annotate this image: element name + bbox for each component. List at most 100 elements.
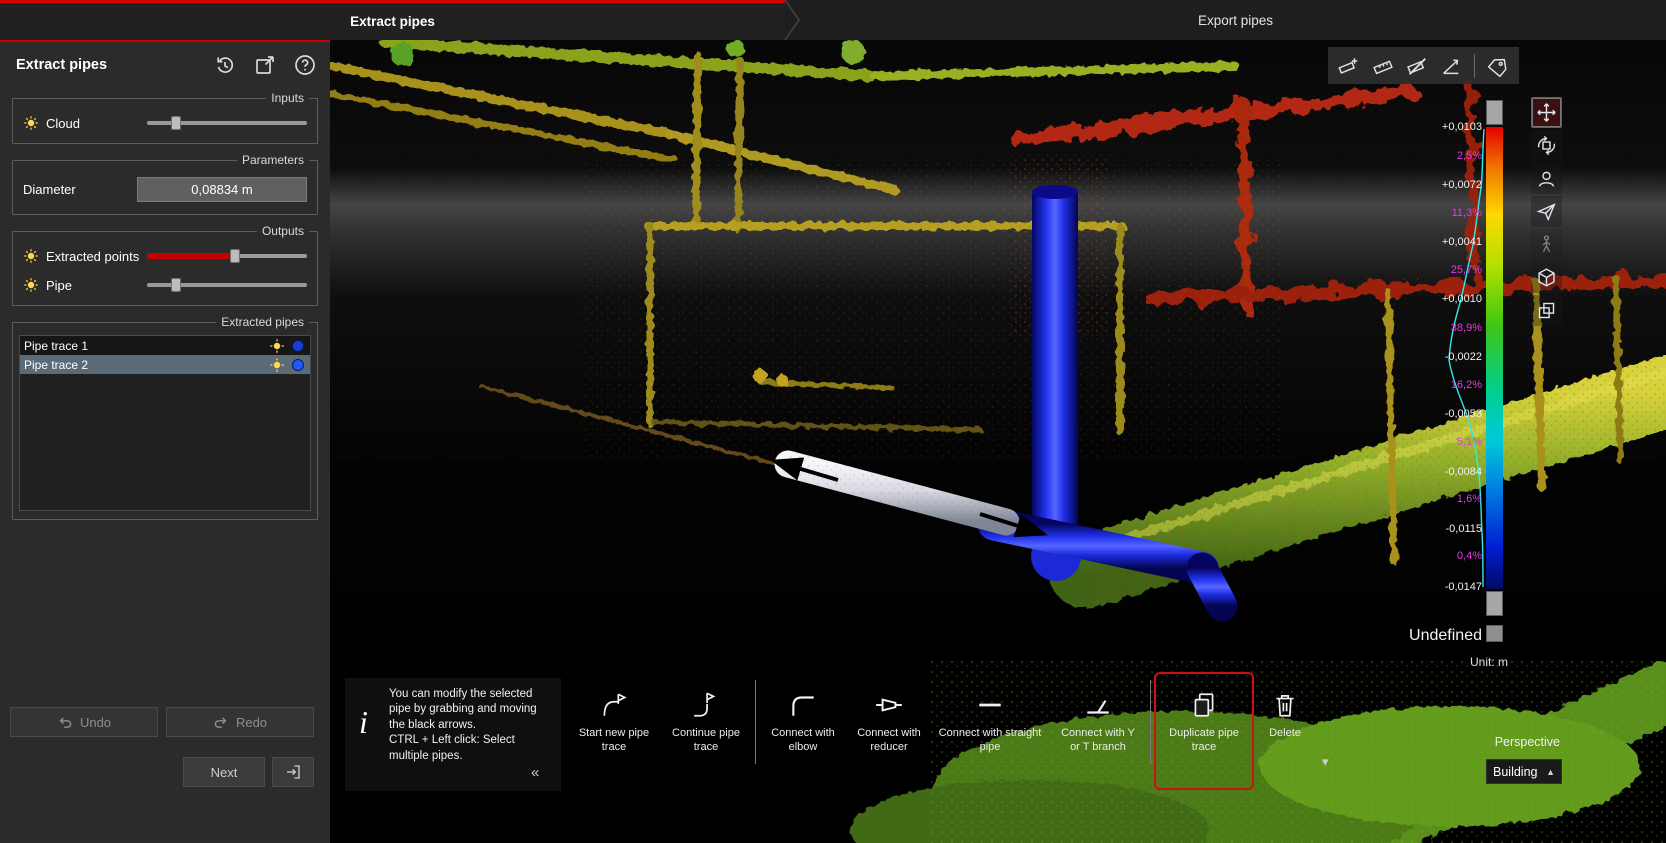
colorbar-percent: 1,6%	[1398, 493, 1482, 505]
list-item-pipe-trace-2[interactable]: Pipe trace 2	[20, 355, 310, 374]
colorbar-value: -0,0115	[1398, 523, 1482, 535]
history-icon[interactable]	[210, 50, 240, 80]
diameter-label: Diameter	[23, 182, 130, 197]
redo-button[interactable]: Redo	[166, 707, 314, 737]
outputs-group-label: Outputs	[257, 224, 309, 238]
measure-line-icon[interactable]	[1367, 50, 1398, 81]
colorbar-percent: 2,5%	[1398, 150, 1482, 162]
perspective-label: Perspective	[1446, 735, 1560, 749]
view-cube-icon[interactable]	[1531, 262, 1562, 293]
tab-export-pipes-label: Export pipes	[1198, 13, 1273, 28]
fly-icon[interactable]	[1531, 196, 1562, 227]
colorbar-gradient	[1486, 127, 1503, 589]
start-new-pipe-trace-button[interactable]: Start new pipe trace	[568, 676, 660, 772]
rotate-icon[interactable]	[1531, 130, 1562, 161]
toolbar-separator	[1474, 54, 1475, 78]
connect-with-straight-pipe-button[interactable]: Connect with straight pipe	[931, 676, 1049, 772]
colorbar-value: +0,0103	[1398, 121, 1482, 133]
undefined-color-swatch[interactable]	[1486, 625, 1503, 642]
cloud-visibility-slider[interactable]	[147, 116, 307, 130]
examine-icon[interactable]	[1531, 163, 1562, 194]
colorbar-value: -0,0022	[1398, 351, 1482, 363]
parameters-group-label: Parameters	[237, 153, 309, 167]
measure-slope-icon[interactable]	[1435, 50, 1466, 81]
pipe-color-swatch[interactable]	[292, 359, 304, 371]
visibility-bulb-icon[interactable]	[23, 277, 39, 293]
connect-with-elbow-button[interactable]: Connect with elbow	[759, 676, 847, 772]
tab-extract-pipes-label: Extract pipes	[350, 14, 435, 29]
undo-button[interactable]: Undo	[10, 707, 158, 737]
tab-separator-chevron	[783, 0, 805, 40]
diameter-field[interactable]: 0,08834 m	[137, 177, 307, 202]
colorbar-value: -0,0053	[1398, 408, 1482, 420]
view-mode-select[interactable]: Building ▲	[1486, 759, 1562, 784]
inputs-group: Inputs Cloud	[12, 98, 318, 144]
application-window: Extract pipes Export pipes Extract pipes	[0, 0, 1666, 843]
pipe-label: Pipe	[46, 278, 140, 293]
slider-handle[interactable]	[171, 116, 181, 130]
connect-with-branch-button[interactable]: Connect with Y or T branch	[1049, 676, 1147, 772]
next-label: Next	[211, 765, 238, 780]
exit-step-button[interactable]	[272, 757, 314, 787]
colorbar-top-handle[interactable]	[1486, 100, 1503, 125]
tab-extract-pipes[interactable]: Extract pipes	[0, 0, 785, 40]
continue-pipe-trace-button[interactable]: Continue pipe trace	[660, 676, 752, 772]
extracted-pipes-group: Extracted pipes Pipe trace 1 Pipe trace …	[12, 322, 318, 520]
visibility-bulb-icon[interactable]	[23, 248, 39, 264]
panel-header: Extract pipes	[0, 42, 330, 88]
pipe-trace-name: Pipe trace 1	[24, 339, 262, 353]
label-icon[interactable]	[1483, 50, 1514, 81]
branch-icon	[1083, 684, 1113, 726]
slider-handle[interactable]	[171, 278, 181, 292]
measurement-toolbar	[1328, 47, 1519, 84]
multi-view-icon[interactable]	[1531, 295, 1562, 326]
color-scale: +0,0103 2,5% +0,0072 11,3% +0,0041 25,7%…	[1398, 96, 1510, 628]
view-mode-value: Building	[1493, 765, 1546, 779]
undefined-label: Undefined	[1398, 627, 1482, 645]
exit-step-icon	[284, 763, 302, 781]
visibility-bulb-icon[interactable]	[23, 115, 39, 131]
pipe-visibility-slider[interactable]	[147, 278, 307, 292]
slider-handle[interactable]	[230, 249, 240, 263]
next-button[interactable]: Next	[183, 757, 265, 787]
visibility-bulb-icon[interactable]	[269, 357, 285, 373]
list-item-pipe-trace-1[interactable]: Pipe trace 1	[20, 336, 310, 355]
colorbar-percent: 11,3%	[1398, 207, 1482, 219]
walk-icon[interactable]	[1531, 229, 1562, 260]
extract-pipes-panel: Extract pipes	[0, 40, 330, 843]
pipe-color-swatch[interactable]	[292, 340, 304, 352]
colorbar-percent: 25,7%	[1398, 264, 1482, 276]
parameters-group: Parameters Diameter 0,08834 m	[12, 160, 318, 215]
toolbar-separator	[755, 680, 756, 764]
colorbar-bottom-handle[interactable]	[1486, 591, 1503, 616]
pan-icon[interactable]	[1531, 97, 1562, 128]
duplicate-icon	[1189, 684, 1219, 726]
tab-export-pipes[interactable]: Export pipes	[805, 0, 1666, 40]
toolbar-more-icon[interactable]: ▾	[1322, 754, 1329, 770]
collapse-info-icon[interactable]: «	[531, 764, 539, 781]
export-window-icon[interactable]	[250, 50, 280, 80]
visibility-bulb-icon[interactable]	[269, 338, 285, 354]
measure-add-icon[interactable]	[1333, 50, 1364, 81]
info-icon: i	[359, 704, 368, 741]
delete-button[interactable]: Delete	[1254, 676, 1316, 772]
panel-title: Extract pipes	[16, 57, 200, 73]
extracted-pipes-group-label: Extracted pipes	[216, 315, 309, 329]
colorbar-percent: 0,4%	[1398, 550, 1482, 562]
undo-icon	[57, 714, 73, 730]
workflow-tabbar: Extract pipes Export pipes	[0, 0, 1666, 40]
undo-label: Undo	[80, 715, 111, 730]
measure-clear-icon[interactable]	[1401, 50, 1432, 81]
extracted-points-slider[interactable]	[147, 249, 307, 263]
colorbar-value: +0,0072	[1398, 179, 1482, 191]
duplicate-pipe-trace-button[interactable]: Duplicate pipe trace	[1154, 672, 1254, 790]
redo-label: Redo	[236, 715, 267, 730]
extracted-points-label: Extracted points	[46, 249, 140, 264]
chevron-up-icon: ▲	[1546, 767, 1555, 777]
help-icon[interactable]	[290, 50, 320, 80]
connect-with-reducer-button[interactable]: Connect with reducer	[847, 676, 931, 772]
extracted-pipes-list[interactable]: Pipe trace 1 Pipe trace 2	[19, 335, 311, 511]
reducer-icon	[874, 684, 904, 726]
colorbar-value: +0,0010	[1398, 293, 1482, 305]
navigation-toolbar	[1531, 97, 1562, 326]
